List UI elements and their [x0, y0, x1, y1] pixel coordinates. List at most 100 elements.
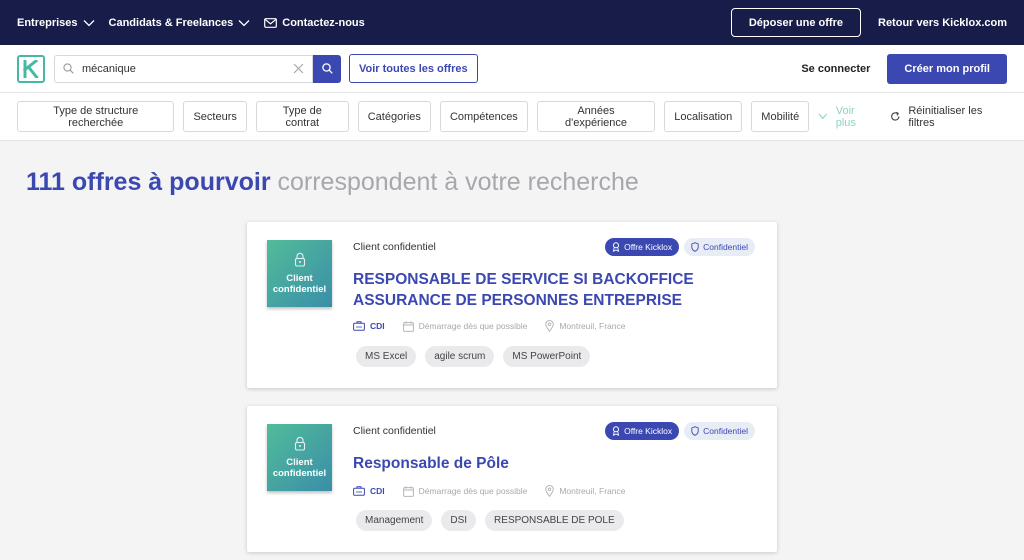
logo-text-line1: Client	[286, 457, 313, 468]
calendar-icon	[402, 485, 414, 497]
nav-entreprises-label: Entreprises	[17, 16, 78, 29]
offer-badges: Offre Kicklox Confidentiel	[600, 238, 755, 256]
calendar-icon	[402, 320, 414, 332]
search-icon	[63, 63, 74, 74]
chevron-down-icon	[818, 113, 828, 120]
shield-icon	[691, 426, 699, 436]
mail-icon	[264, 17, 278, 28]
search-button[interactable]	[313, 54, 341, 83]
search-icon	[321, 63, 333, 74]
company-logo: Client confidentiel	[267, 240, 332, 307]
location-label: Montreuil, France	[559, 321, 626, 331]
see-more-filters[interactable]: Voir plus	[818, 105, 876, 129]
create-profile-button[interactable]: Créer mon profil	[887, 53, 1007, 84]
offer-meta: CDI Démarrage dès que possible Montreuil…	[353, 320, 643, 332]
results-count: 111 offres à pourvoir	[26, 168, 271, 196]
search-box	[54, 54, 313, 83]
see-more-label: Voir plus	[835, 104, 856, 129]
badge-kicklox: Offre Kicklox	[605, 238, 680, 256]
location-pin-icon	[545, 485, 555, 497]
shield-icon	[691, 242, 699, 252]
back-to-kicklox-link[interactable]: Retour vers Kicklox.com	[878, 17, 1007, 29]
filter-location[interactable]: Localisation	[664, 101, 743, 132]
logo-text-line2: confidentiel	[272, 468, 327, 479]
offer-card[interactable]: Client confidentiel Client confidentiel …	[247, 406, 777, 552]
contract-label: CDI	[370, 486, 385, 496]
chevron-down-icon	[83, 19, 94, 26]
refresh-icon	[890, 111, 900, 121]
location: Montreuil, France	[545, 485, 625, 497]
skill-tag[interactable]: DSI	[441, 510, 477, 531]
company-logo: Client confidentiel	[267, 424, 332, 491]
chevron-down-icon	[238, 19, 250, 26]
badge-confidential: Confidentiel	[684, 422, 755, 440]
search-input[interactable]	[82, 62, 293, 75]
top-navigation-bar: Entreprises Candidats & Freelances Conta…	[0, 0, 1024, 45]
offer-tags: MS Excel agile scrum MS PowerPoint	[356, 346, 599, 367]
logo-text-line1: Client	[286, 273, 313, 284]
start-date: Démarrage dès que possible	[402, 320, 528, 332]
offer-badges: Offre Kicklox Confidentiel	[600, 422, 755, 440]
lock-icon	[294, 252, 305, 267]
see-all-offers-button[interactable]: Voir toutes les offres	[349, 54, 478, 83]
badge-kicklox-label: Offre Kicklox	[624, 242, 673, 252]
filters-row: Type de structure recherchée Secteurs Ty…	[0, 93, 1024, 141]
filter-experience[interactable]: Années d'expérience	[536, 101, 656, 132]
filter-actions: Voir plus Réinitialiser les filtres	[818, 105, 1007, 129]
filter-structure-type[interactable]: Type de structure recherchée	[17, 101, 175, 132]
company-name: Client confidentiel	[353, 425, 436, 437]
offer-title[interactable]: Responsable de Pôle	[353, 453, 753, 474]
topbar-actions: Déposer une offre Retour vers Kicklox.co…	[730, 8, 1007, 37]
badge-confidential: Confidentiel	[684, 238, 755, 256]
badge-kicklox: Offre Kicklox	[605, 422, 680, 440]
offer-title-line: ASSURANCE DE PERSONNES ENTREPRISE	[353, 292, 683, 309]
reset-filters[interactable]: Réinitialiser les filtres	[890, 105, 1007, 129]
offer-card[interactable]: Client confidentiel Client confidentiel …	[247, 222, 777, 388]
results-subtitle: correspondent à votre recherche	[277, 168, 639, 196]
nav-candidats[interactable]: Candidats & Freelances	[109, 17, 251, 29]
offer-title[interactable]: RESPONSABLE DE SERVICE SI BACKOFFICE ASS…	[353, 269, 753, 311]
search-bar-row: Voir toutes les offres Se connecter Crée…	[0, 45, 1024, 93]
location-pin-icon	[545, 320, 555, 332]
offer-title-line: Responsable de Pôle	[353, 455, 509, 472]
clear-icon[interactable]	[293, 63, 304, 74]
offer-tags: Management DSI RESPONSABLE DE POLE	[356, 510, 633, 531]
nav-candidats-label: Candidats & Freelances	[108, 16, 234, 29]
contract-label: CDI	[370, 321, 385, 331]
skill-tag[interactable]: MS Excel	[356, 346, 417, 367]
skill-tag[interactable]: RESPONSABLE DE POLE	[485, 510, 624, 531]
auth-actions: Se connecter Créer mon profil	[801, 53, 1007, 84]
top-nav: Entreprises Candidats & Freelances Conta…	[17, 17, 379, 29]
badge-confidential-label: Confidentiel	[703, 426, 748, 436]
login-link[interactable]: Se connecter	[801, 63, 870, 75]
filter-sectors[interactable]: Secteurs	[183, 101, 247, 132]
offer-meta: CDI Démarrage dès que possible Montreuil…	[353, 485, 643, 497]
skill-tag[interactable]: Management	[356, 510, 433, 531]
company-name: Client confidentiel	[353, 241, 436, 253]
contract-type: CDI	[353, 486, 385, 496]
nav-contact-label: Contactez-nous	[282, 16, 365, 29]
filter-categories[interactable]: Catégories	[357, 101, 431, 132]
filter-skills[interactable]: Compétences	[439, 101, 528, 132]
badge-kicklox-label: Offre Kicklox	[624, 426, 673, 436]
location: Montreuil, France	[545, 320, 625, 332]
reset-filters-label: Réinitialiser les filtres	[908, 104, 983, 129]
filter-mobility[interactable]: Mobilité	[751, 101, 810, 132]
medal-icon	[612, 426, 620, 436]
start-date: Démarrage dès que possible	[402, 485, 528, 497]
kicklox-logo[interactable]	[17, 54, 45, 83]
nav-contact[interactable]: Contactez-nous	[264, 17, 365, 29]
start-date-label: Démarrage dès que possible	[418, 321, 528, 331]
filter-contract-type[interactable]: Type de contrat	[255, 101, 349, 132]
location-label: Montreuil, France	[559, 486, 626, 496]
briefcase-icon	[353, 321, 365, 331]
nav-entreprises[interactable]: Entreprises	[17, 17, 95, 29]
briefcase-icon	[353, 486, 365, 496]
post-offer-button[interactable]: Déposer une offre	[730, 8, 861, 37]
start-date-label: Démarrage dès que possible	[418, 486, 528, 496]
offer-title-line: RESPONSABLE DE SERVICE SI BACKOFFICE	[353, 271, 694, 288]
skill-tag[interactable]: MS PowerPoint	[503, 346, 591, 367]
skill-tag[interactable]: agile scrum	[425, 346, 495, 367]
logo-text-line2: confidentiel	[272, 284, 327, 295]
badge-confidential-label: Confidentiel	[703, 242, 748, 252]
